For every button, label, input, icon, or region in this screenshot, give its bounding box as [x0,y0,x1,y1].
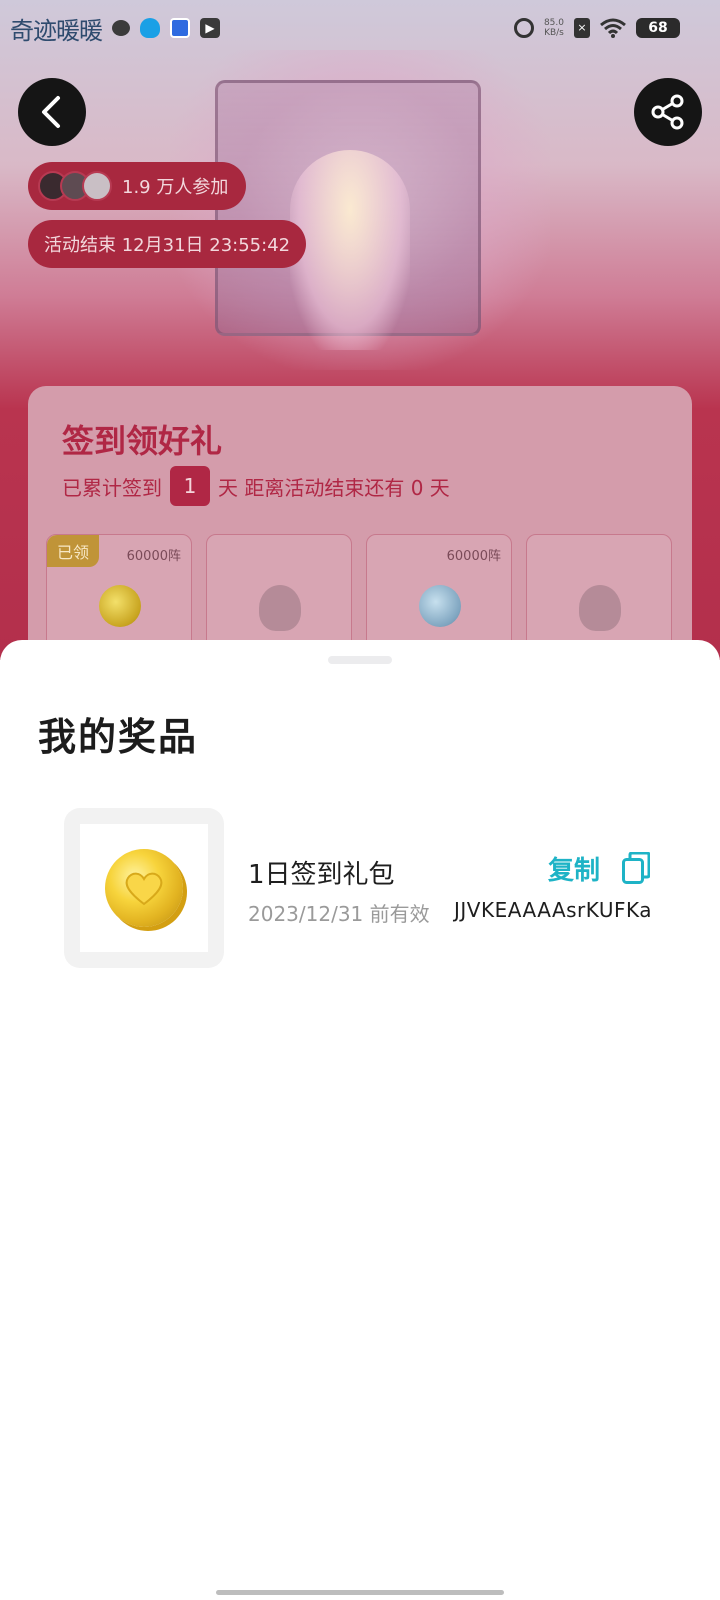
checkin-title: 签到领好礼 [62,422,223,460]
copy-code-button[interactable]: 复制 [548,848,651,888]
prize-item: 1日签到礼包 2023/12/31 前有效 复制 JJVKEAAAAsrKUFK… [64,808,664,968]
blue-coin-icon [419,585,461,627]
network-speed: 85.0 KB/s [544,18,564,38]
copy-label: 复制 [548,855,601,886]
network-speed-value: 85.0 [543,18,564,28]
claimed-tag: 已领 [47,535,100,567]
prize-name: 1日签到礼包 [248,860,395,890]
prize-expiry: 2023/12/31 前有效 [248,902,430,926]
wechat-icon [112,20,130,36]
event-end-time: 活动结束 12月31日 23:55:42 [44,235,291,256]
home-indicator [216,1590,504,1595]
days-signed-badge: 1 [170,466,210,506]
checkin-card: 签到领好礼 已累计签到 1 天 距离活动结束还有 0 天 已领 60000阵 6… [28,386,692,660]
my-prizes-sheet: 我的奖品 1日签到礼包 2023/12/31 前有效 复制 JJVKEAAAAs… [0,640,720,1600]
chevron-left-icon [42,96,60,128]
copy-icon [622,852,651,884]
sheet-drag-handle[interactable] [328,656,392,664]
video-icon: ▶ [200,18,220,38]
checkin-progress: 已累计签到 1 天 距离活动结束还有 0 天 [62,466,450,506]
participants-count: 1.9 万人参加 [122,177,229,198]
reward-count: 60000阵 [446,549,501,564]
battery-icon: 68 [636,18,680,38]
prize-thumbnail [64,808,224,968]
gold-heart-coin-icon [105,849,183,927]
app-logo: 奇迹暖暖 [10,16,103,45]
status-bar: 奇迹暖暖 ▶ 85.0 KB/s × 68 [0,0,720,56]
prize-code: JJVKEAAAAsrKUFKa [454,898,653,922]
avatar [82,171,112,201]
reward-count: 60000阵 [126,549,181,564]
gold-coin-icon [99,585,141,627]
character-illustration [290,150,410,350]
alarm-icon [513,18,534,38]
locked-reward-icon [579,585,621,631]
network-speed-unit: KB/s [544,28,564,38]
share-button[interactable] [634,78,702,146]
prize-thumbnail-inner [80,824,208,952]
back-button[interactable] [18,78,86,146]
status-bar-right: 85.0 KB/s × 68 [513,12,680,44]
locked-reward-icon [259,585,301,631]
event-end-pill: 活动结束 12月31日 23:55:42 [28,220,307,268]
heart-icon [125,872,163,906]
sheet-title: 我的奖品 [38,714,199,759]
checkin-progress-prefix: 已累计签到 [62,475,162,500]
sim-icon: × [574,18,590,38]
checkin-progress-suffix: 天 距离活动结束还有 0 天 [218,475,450,500]
background-page: 奇迹暖暖 ▶ 85.0 KB/s × 68 1.9 万人参加 活动结束 12月3… [0,0,720,660]
participant-avatars [38,171,112,201]
participants-pill: 1.9 万人参加 [28,162,247,210]
qq-icon [140,18,160,38]
share-icon [651,94,684,130]
wifi-icon [600,18,626,38]
status-bar-left: 奇迹暖暖 ▶ [10,10,220,46]
baidu-icon [170,18,190,38]
